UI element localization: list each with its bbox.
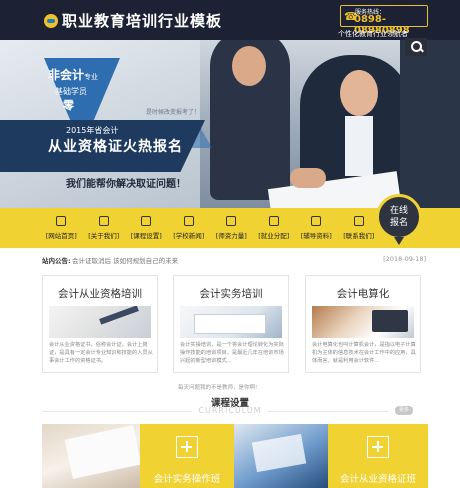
- banner-shirt: [345, 116, 373, 176]
- service-card[interactable]: 会计实务培训 会计实操培训，是一个将会计理论转化为实际操作技能的培训项目，是最近…: [173, 275, 289, 373]
- course-tile-image[interactable]: [42, 424, 140, 488]
- plus-icon: [367, 436, 389, 458]
- online-signup-button[interactable]: 在线 报名: [376, 194, 422, 240]
- banner-band-line1: 2015年省会计: [66, 126, 119, 135]
- banner-person-head: [232, 46, 266, 86]
- teacher-icon: [226, 216, 237, 226]
- banner-band-line2: 从业资格证火热报名: [48, 139, 183, 155]
- news-icon: [183, 216, 194, 226]
- nav-label: [辅导资料]: [300, 232, 332, 240]
- nav-label: [师资力量]: [215, 232, 247, 240]
- banner-person-head: [340, 70, 378, 116]
- plus-icon: [176, 436, 198, 458]
- nav-label: [就业分配]: [258, 232, 290, 240]
- section-note: 每天问题我的不是教师，是你啊!: [178, 385, 258, 391]
- notice-date: [2018-09-18]: [383, 255, 426, 263]
- book-icon: [141, 216, 152, 226]
- nav-label: [联系我们]: [343, 232, 375, 240]
- nav-label: [关于我们]: [88, 232, 120, 240]
- banner-note: 是时候改变报考了！: [146, 109, 201, 116]
- course-tile-label: 会计从业资格证班: [339, 474, 416, 485]
- nav-item-about[interactable]: [关于我们]: [83, 212, 126, 244]
- notice-link[interactable]: 会计证取消后 该如何规划自己的未来: [72, 255, 178, 265]
- mail-icon: [353, 216, 364, 226]
- tri-main-text: 非会计: [48, 68, 85, 82]
- nav-item-home[interactable]: [网站首页]: [40, 212, 83, 244]
- more-button[interactable]: 更多: [395, 406, 413, 415]
- site-header: 职业教育培训行业模板 ☎ 服务热线： 0898-08980898 个性化教育行业…: [0, 0, 460, 40]
- nav-item-news[interactable]: [学校新闻]: [168, 212, 211, 244]
- nav-label: [课程设置]: [130, 232, 162, 240]
- notice-label: 站内公告:: [42, 257, 71, 265]
- logo[interactable]: 职业教育培训行业模板: [44, 10, 222, 31]
- nav-item-contact[interactable]: [联系我们]: [338, 212, 381, 244]
- card-title: 会计从业资格培训: [58, 288, 142, 300]
- banner-person: [400, 40, 460, 220]
- tri-small-text: 专业: [84, 73, 99, 81]
- info-icon: [98, 216, 109, 226]
- badge-pointer: [394, 237, 404, 245]
- card-image: [312, 306, 414, 338]
- service-card[interactable]: 会计电算化 会计电算化也叫计算机会计，是指以电子计算机为主体的信息技术在会计工作…: [305, 275, 421, 373]
- divider: [268, 411, 388, 412]
- nav-item-teachers[interactable]: [师资力量]: [210, 212, 253, 244]
- main-nav: [网站首页] [关于我们] [课程设置] [学校新闻] [师资力量] [就业分配…: [40, 212, 380, 244]
- phone-icon: [268, 216, 279, 226]
- logo-mark-icon: [44, 13, 58, 28]
- course-tile[interactable]: 会计从业资格证班: [328, 424, 428, 488]
- tagline: 个性化教育行业领航者: [338, 30, 408, 38]
- card-image: [49, 306, 151, 338]
- home-icon: [56, 216, 67, 226]
- card-desc: 会计电算化也叫计算机会计，是指以电子计算机为主体的信息技术在会计工作中的应用，具…: [312, 342, 416, 364]
- hotline-box: ☎ 服务热线： 0898-08980898: [340, 5, 428, 36]
- banner-tri-line2: 基础学员: [55, 87, 87, 96]
- card-desc: 会计从业资格证书，俗称会计证，会计上岗证，是具有一定会计专业知识和技能的人员从事…: [49, 342, 153, 364]
- course-tile-image[interactable]: [234, 424, 328, 488]
- nav-label: [学校新闻]: [173, 232, 205, 240]
- nav-item-jobs[interactable]: [就业分配]: [253, 212, 296, 244]
- online-signup-label: 在线 报名: [379, 205, 419, 229]
- divider: [42, 411, 192, 412]
- course-tile[interactable]: 会计实务操作班: [140, 424, 234, 488]
- nav-label: [网站首页]: [45, 232, 77, 240]
- banner-tri-line3: 零: [63, 99, 74, 112]
- card-title: 会计实务培训: [199, 288, 263, 300]
- banner-tri-line1: 非会计专业: [48, 66, 98, 83]
- banner-hand: [290, 168, 326, 188]
- service-card[interactable]: 会计从业资格培训 会计从业资格证书，俗称会计证，会计上岗证，是具有一定会计专业知…: [42, 275, 158, 373]
- online-line2: 报名: [389, 218, 408, 228]
- course-tile-label: 会计实务操作班: [153, 474, 221, 485]
- search-button[interactable]: [405, 38, 427, 56]
- banner-help-text: 我们能帮你解决取证问题！: [66, 179, 186, 190]
- online-line1: 在线: [389, 206, 408, 216]
- document-icon: [311, 216, 322, 226]
- notice-bar: 站内公告: 会计证取消后 该如何规划自己的未来 [2018-09-18]: [42, 255, 428, 267]
- card-title: 会计电算化: [336, 288, 390, 300]
- card-desc: 会计实操培训，是一个将会计理论转化为实际操作技能的培训项目，是最近几年在培训市场…: [180, 342, 284, 364]
- nav-item-materials[interactable]: [辅导资料]: [295, 212, 338, 244]
- card-image: [180, 306, 282, 338]
- logo-text: 职业教育培训行业模板: [62, 12, 223, 30]
- nav-item-courses[interactable]: [课程设置]: [125, 212, 168, 244]
